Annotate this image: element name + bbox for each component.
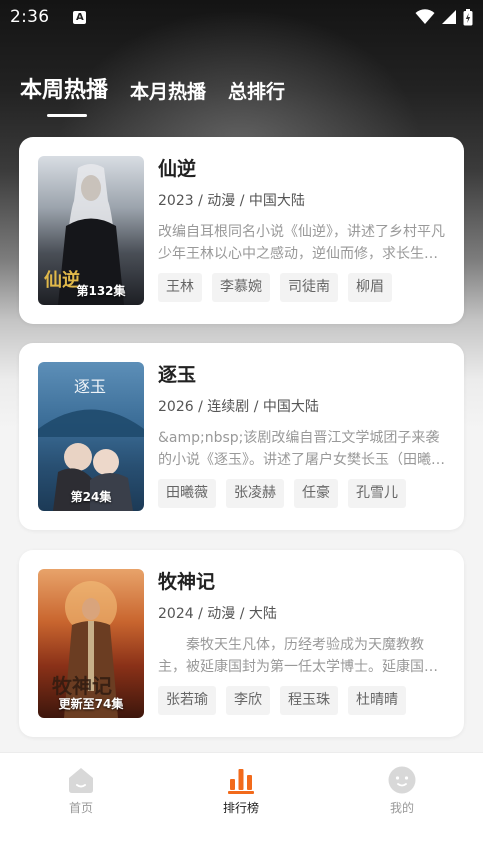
nav-label: 我的 — [389, 801, 414, 815]
wifi-icon — [415, 9, 435, 24]
show-description: 秦牧天生凡体，历经考验成为天魔教教主，被延康国封为第一任太学博士。延康国师欲变法… — [158, 637, 438, 675]
episode-label: 第132集 — [76, 284, 126, 298]
poster-image[interactable]: 逐玉 第24集 — [38, 362, 144, 511]
status-icons — [415, 8, 473, 26]
poster-logo: 逐玉 — [74, 377, 106, 396]
show-meta: 2026 / 连续剧 / 中国大陆 — [158, 399, 319, 415]
bottom-nav: 首页 排行榜 我的 — [0, 752, 483, 858]
show-title: 逐玉 — [158, 364, 197, 386]
poster-image[interactable]: 仙逆 第132集 — [38, 156, 144, 305]
actor-list: 田曦薇 张凌赫 任豪 孔雪儿 — [158, 479, 448, 508]
actor-list: 张若瑜 李欣 程玉珠 杜晴晴 — [158, 686, 448, 715]
nav-label: 排行榜 — [222, 801, 259, 815]
battery-icon — [463, 8, 473, 25]
actor-tag[interactable]: 田曦薇 — [158, 479, 216, 508]
show-description: 改编自耳根同名小说《仙逆》，讲述了乡村平凡少年王林以心中之感动，逆仙而修，求长生… — [158, 224, 445, 262]
actor-tag[interactable]: 王林 — [158, 273, 202, 302]
nav-profile[interactable]: 我的 — [362, 765, 442, 816]
active-tab-indicator — [47, 114, 87, 117]
actor-tag[interactable]: 孔雪儿 — [348, 479, 406, 508]
signal-icon — [442, 10, 456, 24]
ranking-tabs: 本周热播 本月热播 总排行 — [20, 72, 285, 104]
profile-icon — [388, 766, 416, 794]
actor-tag[interactable]: 程玉珠 — [280, 686, 338, 715]
show-card[interactable]: 仙逆 第132集 仙逆 2023 / 动漫 / 中国大陆 改编自耳根同名小说《仙… — [19, 137, 464, 324]
actor-tag[interactable]: 任豪 — [294, 479, 338, 508]
poster-image[interactable]: 牧神记 更新至74集 — [38, 569, 144, 718]
actor-tag[interactable]: 李慕婉 — [212, 273, 270, 302]
nav-home[interactable]: 首页 — [41, 765, 121, 816]
actor-list: 王林 李慕婉 司徒南 柳眉 — [158, 273, 448, 302]
show-meta: 2024 / 动漫 / 大陆 — [158, 606, 277, 622]
show-meta: 2023 / 动漫 / 中国大陆 — [158, 193, 305, 209]
actor-tag[interactable]: 张凌赫 — [226, 479, 284, 508]
tab-weekly[interactable]: 本周热播 — [20, 72, 108, 104]
show-description: &amp;nbsp;该剧改编自晋江文学城团子来袭的小说《逐玉》。讲述了屠户女樊长… — [158, 430, 445, 468]
show-info: 逐玉 2026 / 连续剧 / 中国大陆 &amp;nbsp;该剧改编自晋江文学… — [158, 361, 448, 508]
tab-overall[interactable]: 总排行 — [228, 77, 285, 104]
nav-ranking[interactable]: 排行榜 — [201, 765, 281, 816]
tab-monthly[interactable]: 本月热播 — [130, 77, 206, 104]
actor-tag[interactable]: 司徒南 — [280, 273, 338, 302]
actor-tag[interactable]: 张若瑜 — [158, 686, 216, 715]
notification-icon: A — [73, 10, 87, 24]
show-info: 牧神记 2024 / 动漫 / 大陆 秦牧天生凡体，历经考验成为天魔教教主，被延… — [158, 568, 448, 715]
status-bar: 2:36 A — [0, 0, 483, 34]
nav-label: 首页 — [68, 801, 93, 815]
show-title: 仙逆 — [158, 158, 197, 180]
actor-tag[interactable]: 李欣 — [226, 686, 270, 715]
actor-tag[interactable]: 杜晴晴 — [348, 686, 406, 715]
actor-tag[interactable]: 柳眉 — [348, 273, 392, 302]
episode-label: 第24集 — [70, 490, 112, 504]
show-card[interactable]: 逐玉 第24集 逐玉 2026 / 连续剧 / 中国大陆 &amp;nbsp;该… — [19, 343, 464, 530]
rank-icon — [228, 769, 254, 794]
home-icon — [69, 768, 93, 793]
show-title: 牧神记 — [158, 571, 216, 593]
show-info: 仙逆 2023 / 动漫 / 中国大陆 改编自耳根同名小说《仙逆》，讲述了乡村平… — [158, 155, 448, 302]
show-card[interactable]: 牧神记 更新至74集 牧神记 2024 / 动漫 / 大陆 秦牧天生凡体，历经考… — [19, 550, 464, 737]
status-time: 2:36 — [10, 7, 50, 27]
episode-label: 更新至74集 — [58, 697, 124, 711]
